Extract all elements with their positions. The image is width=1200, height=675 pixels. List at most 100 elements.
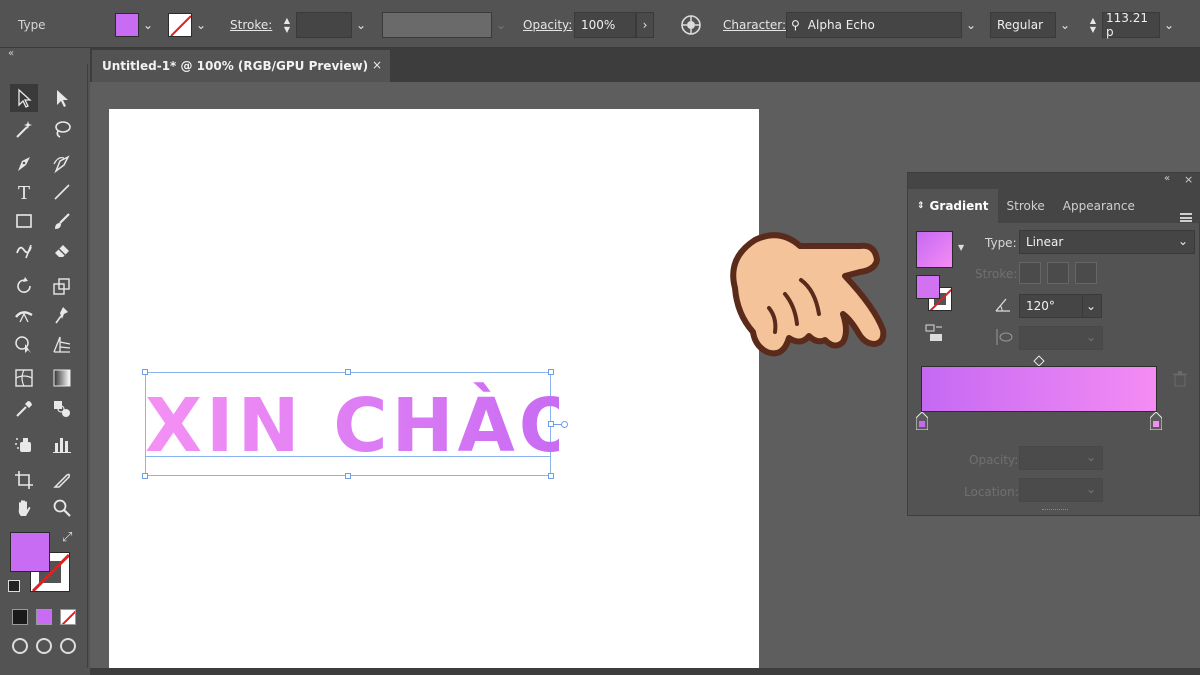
selection-icon[interactable] bbox=[10, 84, 38, 112]
default-colors-icon[interactable] bbox=[8, 580, 20, 592]
gradient-swatch[interactable] bbox=[916, 231, 953, 268]
pen-icon[interactable] bbox=[10, 150, 38, 178]
mesh-icon[interactable] bbox=[10, 364, 38, 392]
paintbrush-icon[interactable] bbox=[48, 207, 76, 235]
none-mode-button[interactable] bbox=[60, 609, 76, 625]
angle-field[interactable]: 120° bbox=[1019, 294, 1083, 318]
perspective-grid-icon[interactable] bbox=[48, 330, 76, 358]
resize-handle[interactable] bbox=[345, 369, 351, 375]
text-object[interactable]: XIN CHÀO bbox=[142, 369, 568, 479]
panel-header[interactable]: « × bbox=[908, 173, 1200, 189]
type-icon[interactable]: T bbox=[10, 178, 38, 206]
document-tab[interactable]: Untitled-1* @ 100% (RGB/GPU Preview) × bbox=[92, 50, 390, 82]
fill-color-swatch[interactable] bbox=[10, 532, 50, 572]
column-graph-icon[interactable] bbox=[48, 430, 76, 458]
variable-width-profile[interactable] bbox=[382, 12, 492, 38]
tab-stroke[interactable]: Stroke bbox=[998, 189, 1054, 223]
direct-selection-icon[interactable] bbox=[48, 84, 76, 112]
chevron-down-icon[interactable]: ▼ bbox=[958, 243, 964, 252]
chevron-down-icon[interactable]: ⌄ bbox=[962, 12, 980, 38]
chevron-down-icon[interactable]: ⌄ bbox=[1160, 12, 1178, 38]
blend-icon[interactable] bbox=[48, 395, 76, 423]
angle-dropdown[interactable]: ⌄ bbox=[1082, 294, 1102, 318]
gradient-mode-button[interactable] bbox=[36, 609, 52, 625]
reverse-gradient-icon[interactable] bbox=[924, 323, 944, 343]
color-mode-button[interactable] bbox=[12, 609, 28, 625]
draw-behind-icon[interactable] bbox=[36, 638, 52, 654]
gradient-icon[interactable] bbox=[48, 364, 76, 392]
aspect-ratio-field: ⌄ bbox=[1019, 326, 1103, 350]
font-size-stepper[interactable]: ▲ ▼ bbox=[1084, 12, 1102, 38]
scale-icon[interactable] bbox=[48, 272, 76, 300]
stop-location-field: ⌄ bbox=[1019, 478, 1103, 502]
trash-icon[interactable] bbox=[1173, 371, 1187, 387]
chevron-down-icon: ⌄ bbox=[1085, 450, 1096, 464]
gradient-panel: « × ⇕ Gradient Stroke Appearance ▼ Type:… bbox=[907, 172, 1200, 516]
lasso-icon[interactable] bbox=[48, 115, 76, 143]
rotate-icon[interactable] bbox=[10, 272, 38, 300]
resize-handle[interactable] bbox=[142, 369, 148, 375]
tab-appearance[interactable]: Appearance bbox=[1054, 189, 1144, 223]
collapse-icon[interactable]: « bbox=[8, 48, 14, 59]
curvature-icon[interactable] bbox=[48, 150, 76, 178]
width-icon[interactable] bbox=[10, 301, 38, 329]
draw-inside-icon[interactable] bbox=[60, 638, 76, 654]
swap-fill-stroke-icon[interactable]: ⤢ bbox=[62, 530, 72, 545]
chevron-down-icon[interactable]: ⌄ bbox=[139, 12, 157, 38]
resize-handle[interactable] bbox=[345, 473, 351, 479]
font-size-field[interactable]: 113.21 p bbox=[1102, 11, 1160, 39]
angle-icon bbox=[994, 295, 1012, 313]
tab-gradient[interactable]: ⇕ Gradient bbox=[908, 189, 998, 223]
text-out-port-end[interactable] bbox=[561, 421, 568, 428]
puppet-warp-icon[interactable] bbox=[48, 301, 76, 329]
artboard-icon[interactable] bbox=[10, 466, 38, 494]
draw-normal-icon[interactable] bbox=[12, 638, 28, 654]
artboard[interactable]: XIN CHÀO bbox=[109, 109, 759, 669]
close-icon[interactable]: × bbox=[372, 58, 382, 72]
stroke-label[interactable]: Stroke: bbox=[230, 12, 272, 38]
magic-wand-icon[interactable] bbox=[10, 115, 38, 143]
location-label: Location: bbox=[964, 485, 1019, 499]
toolbar-collapse-bar[interactable]: « bbox=[0, 48, 90, 71]
opacity-field[interactable]: 100% bbox=[574, 12, 636, 38]
eyedropper-icon[interactable] bbox=[10, 395, 38, 423]
stroke-none-swatch[interactable] bbox=[168, 13, 192, 37]
stroke-stepper[interactable]: ▲ ▼ bbox=[278, 12, 296, 38]
fill-swatch[interactable] bbox=[115, 13, 139, 37]
resize-handle[interactable] bbox=[142, 473, 148, 479]
collapse-icon[interactable]: « bbox=[1164, 173, 1170, 184]
line-icon[interactable] bbox=[48, 178, 76, 206]
search-icon: ⚲ bbox=[791, 18, 800, 32]
resize-handle[interactable] bbox=[548, 473, 554, 479]
expand-toggle-icon[interactable]: ⇕ bbox=[917, 201, 925, 211]
font-style-field[interactable]: Regular bbox=[990, 12, 1056, 38]
panel-resize-grip[interactable] bbox=[1042, 509, 1068, 510]
stroke-weight-field[interactable] bbox=[296, 12, 352, 38]
character-label[interactable]: Character: bbox=[723, 12, 786, 38]
shape-builder-icon[interactable] bbox=[10, 330, 38, 358]
gradient-slider[interactable] bbox=[921, 366, 1157, 412]
gradient-stop-left[interactable] bbox=[915, 411, 929, 431]
chevron-down-icon[interactable]: ⌄ bbox=[192, 12, 210, 38]
gradient-type-select[interactable]: Linear ⌄ bbox=[1019, 230, 1195, 254]
slice-icon[interactable] bbox=[48, 466, 76, 494]
chevron-down-icon[interactable]: ⌄ bbox=[352, 12, 370, 38]
stroke-gradient-within-icon bbox=[1019, 262, 1041, 284]
shaper-icon[interactable] bbox=[10, 236, 38, 264]
chevron-right-icon[interactable]: › bbox=[636, 12, 654, 38]
hand-icon[interactable] bbox=[10, 494, 38, 522]
fill-mini-swatch[interactable] bbox=[916, 275, 940, 299]
recolor-artwork-icon[interactable] bbox=[680, 14, 702, 36]
eraser-icon[interactable] bbox=[48, 236, 76, 264]
gradient-stop-right[interactable] bbox=[1149, 411, 1163, 431]
rectangle-icon[interactable] bbox=[10, 207, 38, 235]
resize-handle[interactable] bbox=[548, 369, 554, 375]
zoom-icon[interactable] bbox=[48, 494, 76, 522]
document-tab-title: Untitled-1* @ 100% (RGB/GPU Preview) bbox=[102, 59, 369, 73]
chevron-down-icon[interactable]: ⌄ bbox=[1056, 12, 1074, 38]
opacity-label[interactable]: Opacity: bbox=[523, 12, 572, 38]
chevron-down-icon: ⌄ bbox=[1085, 482, 1096, 496]
close-icon[interactable]: × bbox=[1184, 173, 1193, 186]
font-family-field[interactable]: ⚲ Alpha Echo bbox=[786, 12, 962, 38]
symbol-sprayer-icon[interactable] bbox=[10, 430, 38, 458]
